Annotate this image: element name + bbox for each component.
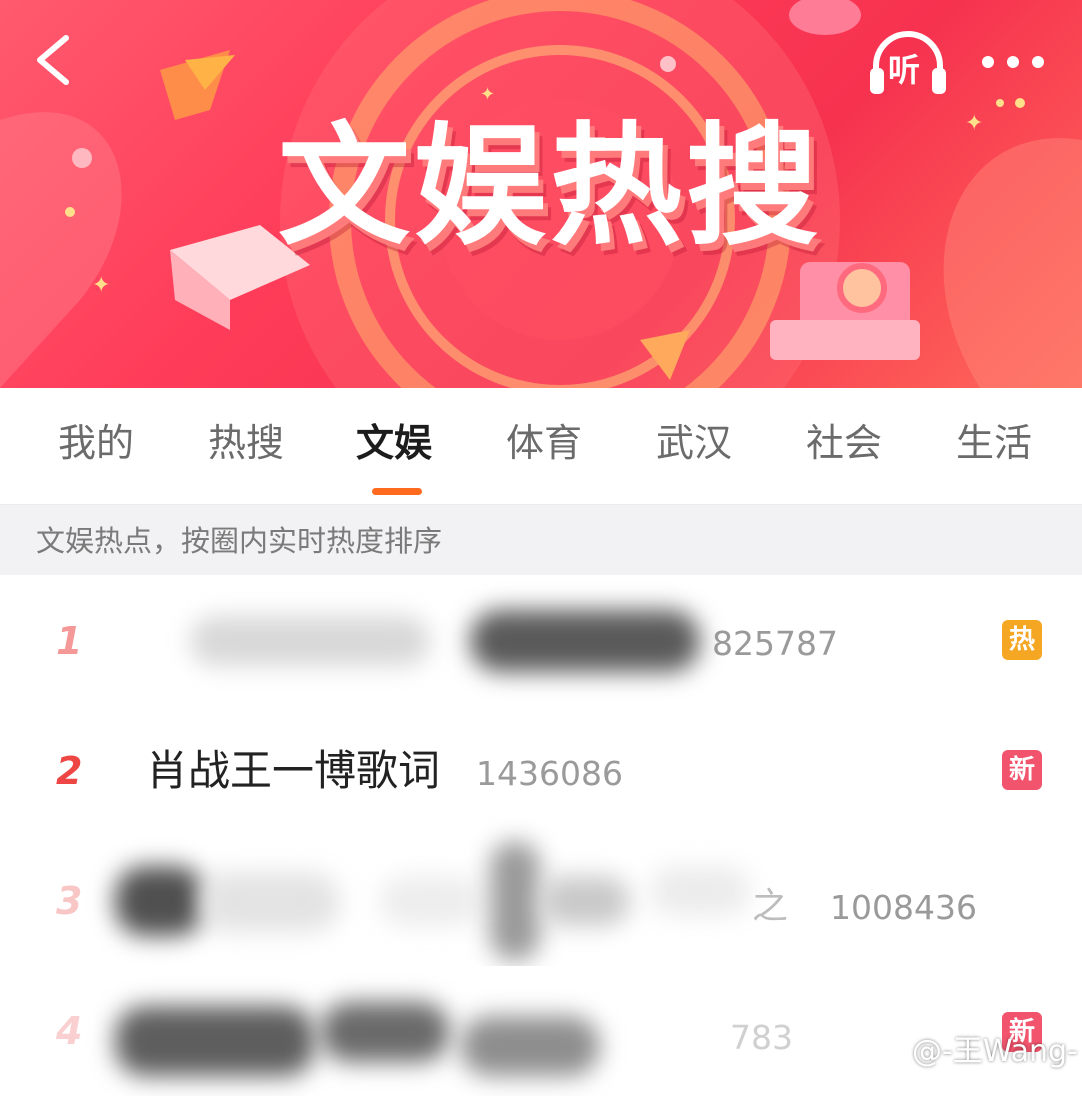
back-button[interactable] bbox=[26, 30, 86, 90]
redacted-blur bbox=[380, 876, 480, 926]
rank-number: 2 bbox=[56, 749, 83, 793]
rank-number: 3 bbox=[56, 879, 83, 923]
redacted-blur bbox=[190, 616, 430, 666]
list-description-text: 文娱热点，按圈内实时热度排序 bbox=[36, 524, 443, 558]
topic-title: 之 bbox=[752, 886, 789, 927]
hot-count: 1008436 bbox=[830, 888, 977, 927]
list-item[interactable]: 1 825787 热 bbox=[0, 576, 1082, 707]
tab-mine[interactable]: 我的 bbox=[58, 418, 134, 468]
listen-label: 听 bbox=[888, 51, 921, 89]
list-item[interactable]: 2 肖战王一博歌词 1436086 新 bbox=[0, 706, 1082, 837]
list-item[interactable]: 3 之 1008436 bbox=[0, 836, 1082, 967]
category-tabs: 我的 热搜 文娱 体育 武汉 社会 生活 bbox=[0, 388, 1082, 505]
redacted-blur bbox=[540, 876, 630, 926]
hot-badge: 热 bbox=[1002, 620, 1042, 660]
redacted-blur bbox=[320, 1002, 450, 1062]
weibo-logo-icon bbox=[866, 1038, 908, 1069]
tab-entertainment[interactable]: 文娱 bbox=[356, 418, 432, 468]
redacted-blur bbox=[470, 610, 700, 672]
listen-button[interactable]: 听 bbox=[868, 28, 948, 98]
rank-number: 4 bbox=[56, 1009, 83, 1053]
header-banner: ✦ ✦ ✦ 听 文娱热搜 bbox=[0, 0, 1082, 388]
topic-title: 肖战王一博歌词 bbox=[146, 746, 441, 795]
tab-sports[interactable]: 体育 bbox=[506, 418, 582, 468]
redacted-blur bbox=[460, 1016, 600, 1076]
hot-count: 1436086 bbox=[476, 754, 623, 793]
hot-count: 825787 bbox=[712, 624, 838, 663]
tab-society[interactable]: 社会 bbox=[806, 418, 882, 468]
list-description: 文娱热点，按圈内实时热度排序 bbox=[0, 505, 1082, 575]
active-tab-indicator bbox=[372, 488, 422, 495]
chevron-left-icon bbox=[37, 35, 69, 85]
svg-text:✦: ✦ bbox=[965, 111, 983, 136]
redacted-blur bbox=[650, 866, 750, 916]
redacted-blur bbox=[115, 866, 205, 936]
tab-hot-search[interactable]: 热搜 bbox=[208, 418, 284, 468]
redacted-blur bbox=[490, 841, 540, 961]
redacted-blur bbox=[115, 1006, 315, 1076]
tab-life[interactable]: 生活 bbox=[956, 418, 1032, 468]
rank-number: 1 bbox=[56, 619, 83, 663]
more-button[interactable] bbox=[978, 44, 1048, 80]
svg-text:✦: ✦ bbox=[92, 273, 110, 298]
new-badge: 新 bbox=[1002, 750, 1042, 790]
redacted-blur bbox=[200, 872, 340, 932]
hot-count: 783 bbox=[730, 1018, 793, 1057]
more-dots-icon bbox=[982, 56, 1044, 68]
banner-title: 文娱热搜 bbox=[278, 110, 822, 264]
watermark-text: @-王Wang- bbox=[912, 1034, 1078, 1069]
tab-wuhan[interactable]: 武汉 bbox=[656, 418, 732, 468]
